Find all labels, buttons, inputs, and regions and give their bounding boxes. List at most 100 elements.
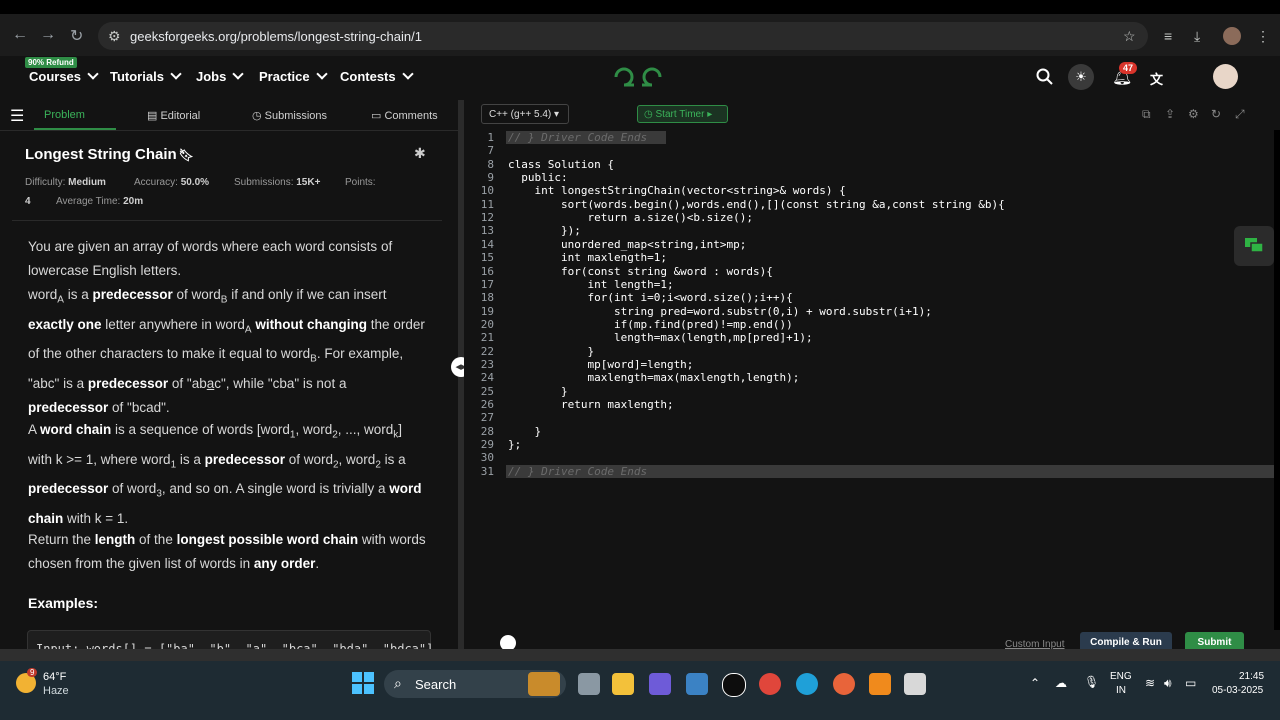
code-text[interactable]: public: <box>508 171 567 184</box>
nav-practice[interactable]: Practice <box>259 68 328 84</box>
edge-icon[interactable] <box>796 673 818 695</box>
site-info-icon[interactable]: ⚙ <box>108 28 121 45</box>
task-view-icon[interactable] <box>578 673 600 695</box>
tray-chevron-up-icon[interactable]: ⌃ <box>1030 676 1040 690</box>
code-text[interactable]: } <box>508 385 568 398</box>
snipping-tool-icon[interactable] <box>904 673 926 695</box>
settings-gear-icon[interactable]: ⚙ <box>1188 107 1199 121</box>
nav-contests[interactable]: Contests <box>340 68 414 84</box>
translate-icon[interactable]: 文 <box>1150 69 1163 88</box>
code-line[interactable]: 13 }); <box>464 224 1274 237</box>
code-line[interactable]: 8 class Solution { <box>464 158 1274 171</box>
url-text[interactable]: geeksforgeeks.org/problems/longest-strin… <box>130 29 422 44</box>
code-text[interactable]: int maxlength=1; <box>508 251 667 264</box>
code-line[interactable]: 7 <box>464 144 1274 157</box>
code-text[interactable]: string pred=word.substr(0,i) + word.subs… <box>508 305 932 318</box>
start-timer-button[interactable]: ◷ Start Timer ▸ <box>637 105 728 123</box>
fullscreen-icon[interactable]: ⤢ <box>1235 107 1245 122</box>
chat-button[interactable] <box>1234 226 1274 266</box>
code-line[interactable]: 20 if(mp.find(pred)!=mp.end()) <box>464 318 1274 331</box>
onedrive-icon[interactable]: ☁ <box>1055 676 1067 690</box>
code-line[interactable]: 11 sort(words.begin(),words.end(),[](con… <box>464 198 1274 211</box>
store-icon[interactable] <box>686 673 708 695</box>
gfg-logo[interactable] <box>612 64 664 90</box>
battery-icon[interactable]: ▭ <box>1185 676 1196 690</box>
report-bug-icon[interactable]: ✱ <box>414 145 426 162</box>
nav-jobs[interactable]: Jobs <box>196 68 245 84</box>
search-icon[interactable] <box>1036 68 1054 86</box>
theme-toggle-icon[interactable]: ☀ <box>1068 64 1094 90</box>
code-text[interactable]: return maxlength; <box>508 398 674 411</box>
code-text[interactable]: }); <box>508 224 581 237</box>
code-text[interactable]: // } Driver Code Ends <box>508 131 647 144</box>
language-indicator-top[interactable]: ENG <box>1110 671 1132 682</box>
dell-icon[interactable] <box>722 673 746 697</box>
code-line[interactable]: 23 mp[word]=length; <box>464 358 1274 371</box>
horizontal-scrollbar[interactable] <box>0 649 1280 661</box>
code-line[interactable]: 27 <box>464 411 1274 424</box>
code-line[interactable]: 29}; <box>464 438 1274 451</box>
code-text[interactable]: int length=1; <box>508 278 673 291</box>
tab-comments[interactable]: ▭ Comments <box>371 109 438 122</box>
code-line[interactable]: 16 for(const string &word : words){ <box>464 265 1274 278</box>
copilot-icon[interactable] <box>649 673 671 695</box>
taskbar-search-label[interactable]: Search <box>415 677 456 692</box>
code-text[interactable]: for(int i=0;i<word.size();i++){ <box>508 291 792 304</box>
download-icon[interactable]: ⤓ <box>1194 28 1200 45</box>
upload-icon[interactable]: ⇪ <box>1165 107 1175 121</box>
hamburger-menu-icon[interactable]: ☰ <box>10 106 24 126</box>
code-text[interactable]: unordered_map<string,int>mp; <box>508 238 746 251</box>
code-line[interactable]: 14 unordered_map<string,int>mp; <box>464 238 1274 251</box>
reset-icon[interactable]: ↻ <box>1211 107 1221 121</box>
code-line[interactable]: 10 int longestStringChain(vector<string>… <box>464 184 1274 197</box>
code-text[interactable]: int longestStringChain(vector<string>& w… <box>508 184 845 197</box>
tab-submissions[interactable]: ◷ Submissions <box>252 109 327 122</box>
code-line[interactable]: 21 length=max(length,mp[pred]+1); <box>464 331 1274 344</box>
code-text[interactable]: length=max(length,mp[pred]+1); <box>508 331 813 344</box>
clock-time[interactable]: 21:45 <box>1239 671 1264 682</box>
weather-description[interactable]: Haze <box>43 685 69 697</box>
vlc-icon[interactable] <box>869 673 891 695</box>
media-icon[interactable]: ≡ <box>1164 28 1172 44</box>
reload-icon[interactable]: ↻ <box>70 26 83 46</box>
code-line[interactable]: 19 string pred=word.substr(0,i) + word.s… <box>464 305 1274 318</box>
bookmark-star-icon[interactable]: ☆ <box>1123 28 1136 45</box>
firefox-icon[interactable] <box>833 673 855 695</box>
code-text[interactable]: maxlength=max(maxlength,length); <box>508 371 799 384</box>
forward-icon[interactable]: → <box>40 26 56 44</box>
nav-tutorials[interactable]: Tutorials <box>110 68 182 84</box>
language-indicator-bottom[interactable]: IN <box>1116 685 1126 696</box>
code-line[interactable]: 12 return a.size()<b.size(); <box>464 211 1274 224</box>
code-text[interactable]: } <box>508 425 541 438</box>
code-text[interactable]: }; <box>508 438 521 451</box>
code-line[interactable]: 25 } <box>464 385 1274 398</box>
tab-problem[interactable]: Problem <box>44 109 85 121</box>
code-line[interactable]: 26 return maxlength; <box>464 398 1274 411</box>
code-line[interactable]: 22 } <box>464 345 1274 358</box>
code-text[interactable]: } <box>508 345 594 358</box>
code-line[interactable]: 1 // } Driver Code Ends <box>487 131 666 145</box>
code-line[interactable]: 9 public: <box>464 171 1274 184</box>
code-line[interactable]: 28 } <box>464 425 1274 438</box>
user-avatar[interactable] <box>1213 64 1238 89</box>
code-line[interactable]: 31 // } Driver Code Ends <box>481 464 1274 479</box>
code-text[interactable]: class Solution { <box>508 158 614 171</box>
menu-kebab-icon[interactable]: ⋮ <box>1256 28 1270 45</box>
language-select[interactable]: C++ (g++ 5.4) ▾ <box>481 104 569 124</box>
code-text[interactable]: sort(words.begin(),words.end(),[](const … <box>508 198 1005 211</box>
volume-icon[interactable]: 🔊︎ <box>1164 676 1172 691</box>
code-line[interactable]: 15 int maxlength=1; <box>464 251 1274 264</box>
bookmark-icon[interactable]: 🔖︎ <box>179 148 194 162</box>
code-line[interactable]: 30 <box>464 451 1274 464</box>
copy-icon[interactable]: ⧉ <box>1142 107 1151 122</box>
weather-temperature[interactable]: 64°F <box>43 671 66 683</box>
code-text[interactable]: return a.size()<b.size(); <box>508 211 753 224</box>
windows-start-icon[interactable] <box>352 672 374 694</box>
profile-avatar[interactable] <box>1223 27 1241 45</box>
code-text[interactable]: for(const string &word : words){ <box>508 265 773 278</box>
code-text[interactable]: // } Driver Code Ends <box>508 465 647 478</box>
chrome-icon[interactable] <box>759 673 781 695</box>
code-line[interactable]: 24 maxlength=max(maxlength,length); <box>464 371 1274 384</box>
wifi-icon[interactable]: ≋ <box>1145 676 1155 690</box>
nav-courses[interactable]: Courses <box>29 68 99 84</box>
